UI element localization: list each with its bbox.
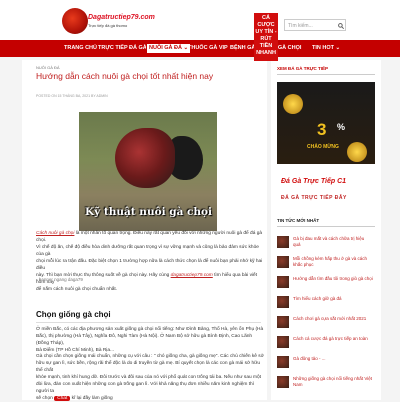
sidebar-heading-news: TIN TỨC MỚI NHẤT bbox=[277, 218, 320, 223]
rooster-logo-icon bbox=[62, 8, 88, 34]
intro-link[interactable]: Cách nuôi gà chọi bbox=[36, 231, 74, 236]
paragraph-text: Gà chọi cần chọn giống mái chuẩn, những … bbox=[36, 354, 264, 359]
banner-image-placeholder[interactable]: ▫ banner ngang daga79 bbox=[36, 277, 83, 282]
main-nav: TRANG CHỦ TRỰC TIẾP ĐÁ GÀ ⌄ NUÔI GÀ ĐÁ ⌄… bbox=[0, 40, 400, 57]
breadcrumb[interactable]: NUÔI GÀ ĐÁ bbox=[36, 65, 60, 70]
promo-line: TIỀN bbox=[259, 43, 273, 49]
news-title[interactable]: Gà đông tảo - ... bbox=[293, 356, 373, 362]
intro-text: Vì chế độ ăn, chế độ điều hòa dinh dưỡng… bbox=[36, 245, 259, 257]
news-thumbnail bbox=[277, 336, 289, 348]
casino-ad-banner[interactable]: 3 % CHẢO MỪNG bbox=[277, 82, 375, 164]
paragraph-text: đòi lừa, đàn con xuất hiện những con gà … bbox=[36, 382, 255, 394]
hero-image: Kỹ thuật nuôi gà chọi bbox=[79, 112, 217, 231]
post-meta: POSTED ON 15 THÁNG BA, 2021 BY ADMIN bbox=[36, 94, 108, 98]
news-thumbnail bbox=[277, 276, 289, 288]
page-title: Hướng dẫn cách nuôi gà chọi tốt nhất hiệ… bbox=[36, 71, 214, 81]
intro-text: chọi mỗi lúc ra trận đấu. Đặc biệt chọn … bbox=[36, 259, 263, 271]
rooster-body-shape bbox=[115, 128, 175, 188]
news-thumbnail bbox=[277, 256, 289, 268]
news-thumbnail bbox=[277, 236, 289, 248]
news-title[interactable]: Cách cá cược đá gà trực tiếp an toàn bbox=[293, 336, 373, 342]
ad-number: 3 bbox=[317, 120, 327, 139]
nav-home[interactable]: TRANG CHỦ bbox=[64, 40, 97, 57]
coin-icon bbox=[283, 94, 303, 114]
promo-line: UY TÍN - bbox=[255, 29, 277, 35]
divider bbox=[36, 322, 261, 323]
paragraph-text: kĩ lại đầy làm giống bbox=[70, 396, 113, 401]
nav-hot-news[interactable]: TIN HOT ⌄ bbox=[312, 40, 340, 57]
news-title[interactable]: Cách chơi gà cựa sắt mới nhất 2021 bbox=[293, 316, 373, 322]
paragraph-regions: Ở miền Bắc, có các địa phương sản xuất g… bbox=[36, 326, 264, 354]
intro-text: để nắm cách nuôi gà chọi chuẩn nhất. bbox=[36, 287, 118, 292]
nav-live[interactable]: TRỰC TIẾP ĐÁ GÀ ⌄ bbox=[98, 40, 153, 57]
paragraph-text: sẽ chọn bbox=[36, 396, 55, 401]
site-header: Dagatructiep79.com Trực tiếp đá gà thomo… bbox=[0, 0, 400, 40]
news-thumbnail bbox=[277, 296, 289, 308]
news-thumbnail bbox=[277, 316, 289, 328]
paragraph-text: Ở miền Bắc, có các địa phương sản xuất g… bbox=[36, 327, 264, 332]
chat-button[interactable]: Chat bbox=[54, 396, 71, 401]
search-icon bbox=[338, 23, 344, 29]
news-title[interactable]: Tìm hiểu cách giữ gà đá bbox=[293, 296, 373, 302]
divider bbox=[277, 226, 375, 227]
news-title[interactable]: Gà bị đau mắt và cách chữa trị hiệu quả bbox=[293, 236, 373, 248]
brand-name: Dagatructiep79.com bbox=[88, 14, 155, 21]
section-heading: Chọn giống gà chọi bbox=[36, 310, 111, 319]
paragraph-text: khỏe mạnh, tinh khí hung dữ. Đôi trước v… bbox=[36, 375, 261, 380]
coin-icon bbox=[347, 142, 367, 162]
article: NUÔI GÀ ĐÁ Hướng dẫn cách nuôi gà chọi t… bbox=[22, 60, 267, 402]
news-title[interactable]: Mỗi chồng kèm hấp thu ở gà và cách khắc … bbox=[293, 256, 373, 268]
hero-caption: Kỹ thuật nuôi gà chọi bbox=[85, 206, 213, 218]
site-logo[interactable]: Dagatructiep79.com Trực tiếp đá gà thomo bbox=[62, 8, 155, 34]
divider bbox=[277, 74, 375, 75]
ad-percent: % bbox=[337, 122, 346, 132]
nav-raising[interactable]: NUÔI GÀ ĐÁ ⌄ bbox=[146, 43, 192, 54]
promo-line: CÁ bbox=[262, 15, 270, 21]
search-input[interactable]: Tìm kiếm... bbox=[284, 19, 340, 31]
news-title[interactable]: Những giống gà chọi nổi tiếng nhất Việt … bbox=[293, 376, 373, 388]
live-title[interactable]: Đá Gà Trực Tiếp C1 bbox=[281, 178, 346, 185]
banner-alt-text: banner ngang daga79 bbox=[38, 277, 83, 282]
site-link[interactable]: dagatructiep79.com bbox=[171, 273, 213, 278]
brand-slogan: Trực tiếp đá gà thomo bbox=[88, 23, 128, 28]
promo-badge[interactable]: CÁ CƯỢC UY TÍN - RÚT TIỀN NHANH bbox=[254, 13, 278, 61]
sidebar-heading-live: XEM ĐÁ GÀ TRỰC TIẾP bbox=[277, 66, 328, 71]
live-subtitle[interactable]: ĐÁ GÀ TRỰC TIẾP ĐÂY bbox=[281, 195, 347, 201]
promo-line: NHANH bbox=[256, 50, 276, 56]
paragraph-text: Bắc), thị phường (Hà Tây), Nghĩa Đô, Ngh… bbox=[36, 334, 253, 346]
news-title[interactable]: Hướng dẫn tìm đầu tôi trong giò gà chọi bbox=[293, 276, 373, 282]
promo-line: RÚT bbox=[260, 36, 272, 42]
search-button[interactable] bbox=[336, 19, 346, 31]
promo-line: CƯỢC bbox=[257, 22, 275, 28]
paragraph-text: hữu sự gan lì, sức bền, rộng rãi thể độc… bbox=[36, 361, 260, 373]
news-thumbnail bbox=[277, 376, 289, 388]
sidebar: XEM ĐÁ GÀ TRỰC TIẾP 3 % CHẢO MỪNG Đá Gà … bbox=[271, 60, 381, 400]
nav-disease[interactable]: BỆNH GÀ bbox=[230, 40, 255, 57]
paragraph-selection: Gà chọi cần chọn giống mái chuẩn, những … bbox=[36, 353, 264, 402]
nav-medicine[interactable]: THUỐC GÀ VIP bbox=[188, 40, 228, 57]
intro-paragraph: Cách nuôi gà chọi là một nhân tố quan tr… bbox=[36, 230, 264, 293]
ad-welcome: CHẢO MỪNG bbox=[307, 144, 339, 150]
news-thumbnail bbox=[277, 356, 289, 368]
